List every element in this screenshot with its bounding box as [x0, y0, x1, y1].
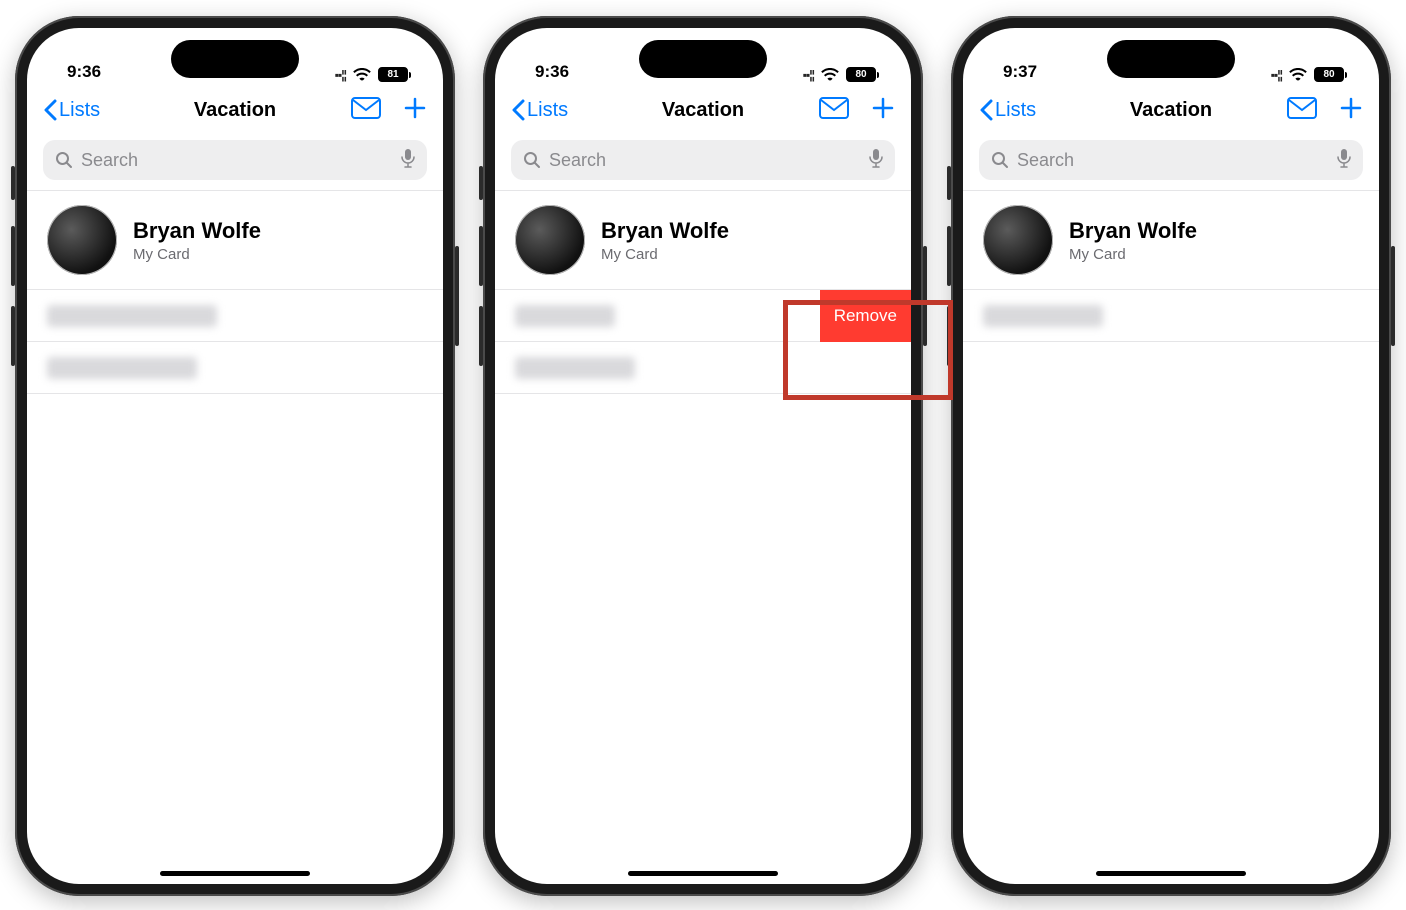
screen: 9:36 ▪▪¦¦ 81 Lists Vacation: [27, 28, 443, 884]
nav-bar: Lists Vacation: [963, 86, 1379, 134]
cellular-icon: ▪▪¦¦: [335, 68, 346, 82]
my-card-row[interactable]: Bryan Wolfe My Card: [963, 191, 1379, 289]
card-subtitle: My Card: [601, 246, 729, 263]
cellular-icon: ▪▪¦¦: [803, 68, 814, 82]
redacted-text: [515, 357, 635, 379]
battery-icon: 80: [846, 67, 879, 82]
mail-button[interactable]: [1287, 97, 1317, 124]
list-item[interactable]: [27, 342, 443, 394]
redacted-text: [515, 305, 615, 327]
list-item[interactable]: Remove: [495, 290, 911, 342]
wifi-icon: [1289, 68, 1307, 81]
home-indicator[interactable]: [160, 871, 310, 876]
dynamic-island: [1107, 40, 1235, 78]
chevron-left-icon: [979, 99, 993, 121]
my-card-row[interactable]: Bryan Wolfe My Card: [27, 191, 443, 289]
back-button[interactable]: Lists: [979, 99, 1036, 122]
card-subtitle: My Card: [133, 246, 261, 263]
nav-bar: Lists Vacation: [495, 86, 911, 134]
list-item[interactable]: [495, 342, 911, 394]
search-icon: [991, 151, 1009, 169]
search-icon: [55, 151, 73, 169]
home-indicator[interactable]: [1096, 871, 1246, 876]
mic-icon[interactable]: [1337, 148, 1351, 173]
back-button[interactable]: Lists: [511, 99, 568, 122]
search-input[interactable]: [81, 150, 393, 171]
card-name: Bryan Wolfe: [601, 218, 729, 244]
back-label: Lists: [527, 99, 568, 122]
avatar: [47, 205, 117, 275]
phone-mockup: 9:37 ▪▪¦¦ 80 Lists Vacation: [951, 16, 1391, 896]
wifi-icon: [353, 68, 371, 81]
nav-bar: Lists Vacation: [27, 86, 443, 134]
mail-button[interactable]: [351, 97, 381, 124]
phone-mockup: 9:36 ▪▪¦¦ 81 Lists Vacation: [15, 16, 455, 896]
avatar: [983, 205, 1053, 275]
search-input[interactable]: [1017, 150, 1329, 171]
chevron-left-icon: [43, 99, 57, 121]
card-name: Bryan Wolfe: [1069, 218, 1197, 244]
list-item[interactable]: [963, 290, 1379, 342]
page-title: Vacation: [1130, 99, 1212, 122]
search-field[interactable]: [979, 140, 1363, 180]
page-title: Vacation: [662, 99, 744, 122]
mic-icon[interactable]: [401, 148, 415, 173]
remove-button[interactable]: Remove: [820, 290, 911, 342]
battery-icon: 81: [378, 67, 411, 82]
redacted-text: [983, 305, 1103, 327]
add-button[interactable]: [1339, 96, 1363, 125]
dynamic-island: [171, 40, 299, 78]
mic-icon[interactable]: [869, 148, 883, 173]
back-label: Lists: [995, 99, 1036, 122]
status-time: 9:36: [67, 62, 101, 82]
status-time: 9:37: [1003, 62, 1037, 82]
cellular-icon: ▪▪¦¦: [1271, 68, 1282, 82]
page-title: Vacation: [194, 99, 276, 122]
battery-icon: 80: [1314, 67, 1347, 82]
redacted-text: [47, 357, 197, 379]
screen: 9:36 ▪▪¦¦ 80 Lists Vacation: [495, 28, 911, 884]
search-input[interactable]: [549, 150, 861, 171]
screen: 9:37 ▪▪¦¦ 80 Lists Vacation: [963, 28, 1379, 884]
chevron-left-icon: [511, 99, 525, 121]
add-button[interactable]: [871, 96, 895, 125]
wifi-icon: [821, 68, 839, 81]
card-subtitle: My Card: [1069, 246, 1197, 263]
card-name: Bryan Wolfe: [133, 218, 261, 244]
avatar: [515, 205, 585, 275]
status-time: 9:36: [535, 62, 569, 82]
mail-button[interactable]: [819, 97, 849, 124]
redacted-text: [47, 305, 217, 327]
back-button[interactable]: Lists: [43, 99, 100, 122]
search-field[interactable]: [43, 140, 427, 180]
add-button[interactable]: [403, 96, 427, 125]
search-icon: [523, 151, 541, 169]
list-item[interactable]: [27, 290, 443, 342]
dynamic-island: [639, 40, 767, 78]
back-label: Lists: [59, 99, 100, 122]
home-indicator[interactable]: [628, 871, 778, 876]
search-field[interactable]: [511, 140, 895, 180]
phone-mockup: 9:36 ▪▪¦¦ 80 Lists Vacation: [483, 16, 923, 896]
my-card-row[interactable]: Bryan Wolfe My Card: [495, 191, 911, 289]
